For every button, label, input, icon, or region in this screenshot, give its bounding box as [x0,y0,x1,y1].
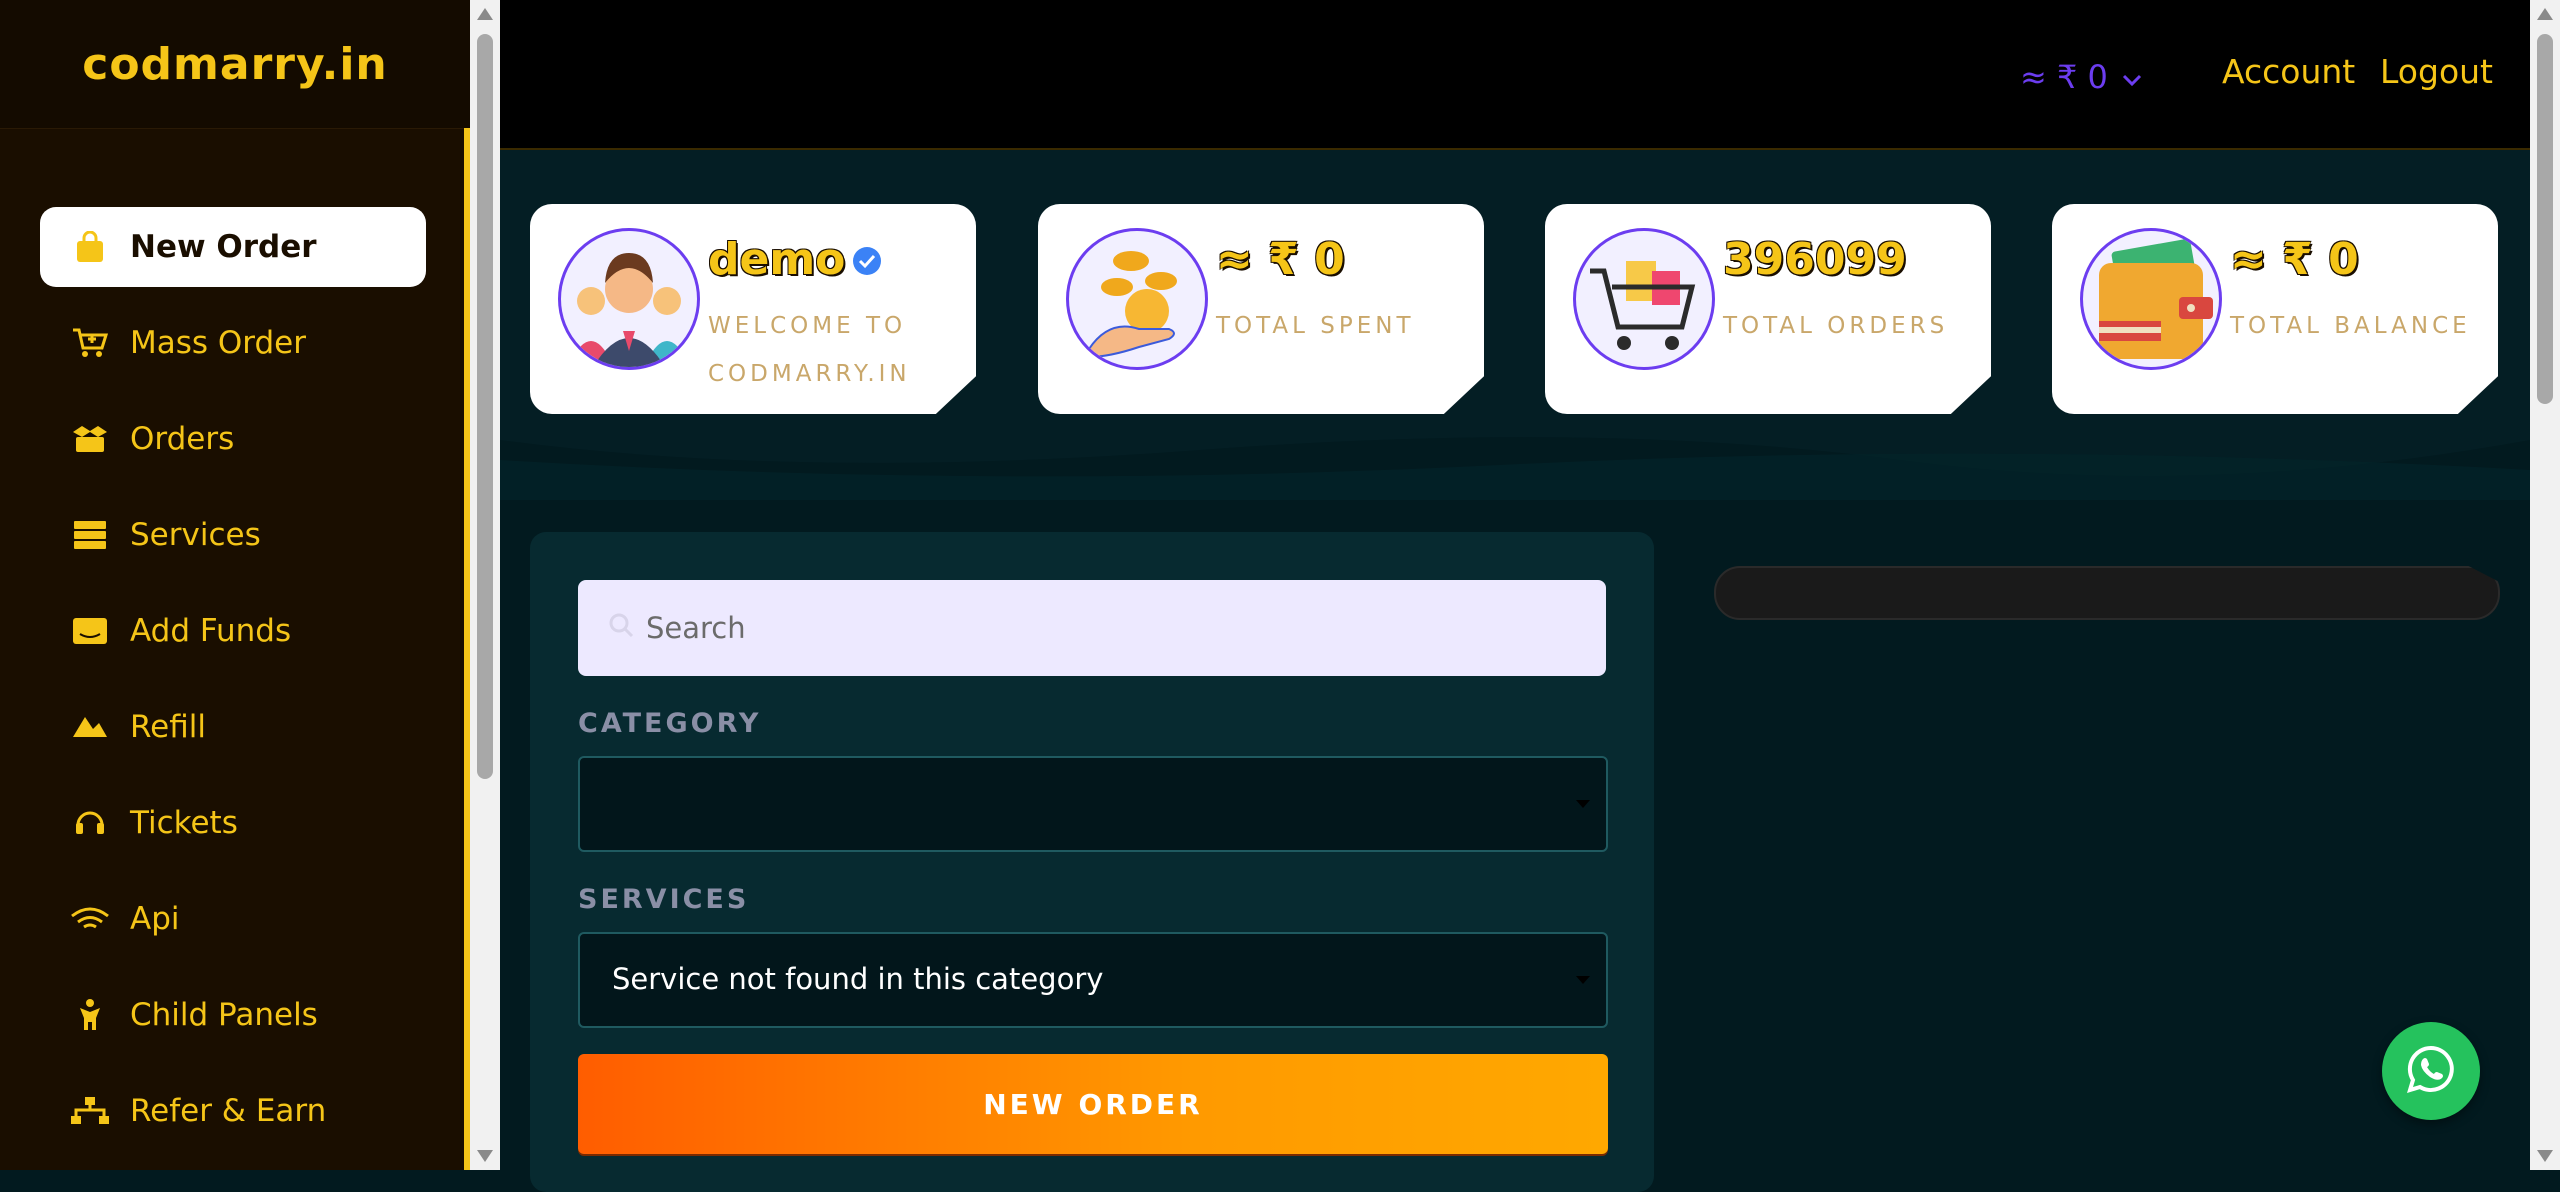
total-balance-card: ≈ ₹ 0 TOTAL BALANCE [2052,204,2498,414]
total-spent-card: ≈ ₹ 0 TOTAL SPENT [1038,204,1484,414]
wave-divider [500,437,2530,500]
scroll-down-arrow-icon[interactable] [477,1150,493,1162]
dropdown-caret-icon [1576,976,1590,984]
wallet-balance-icon [2080,228,2222,370]
scrollbar-thumb[interactable] [2537,34,2553,404]
dropdown-caret-icon [1576,800,1590,808]
sidebar-item-label: Refer & Earn [130,1093,327,1129]
sidebar-scrollbar[interactable] [470,0,500,1170]
welcome-label: WELCOME TO CODMARRY.IN [708,302,911,398]
scroll-up-arrow-icon[interactable] [2537,8,2553,20]
scroll-down-arrow-icon[interactable] [2537,1150,2553,1162]
new-order-panel: Search CATEGORY SERVICES Service not fou… [530,532,1654,1192]
wallet-icon [68,609,112,653]
box-open-icon [68,417,112,461]
wifi-api-icon [68,897,112,941]
brand-logo[interactable]: codmarry.in [0,0,470,129]
search-icon [608,611,634,645]
sidebar-nav: New Order Mass Order Orders Services Add… [40,207,426,1167]
sidebar-item-refill[interactable]: Refill [40,687,426,767]
scroll-up-arrow-icon[interactable] [477,8,493,20]
sidebar-item-api[interactable]: Api [40,879,426,959]
sidebar: codmarry.in New Order Mass Order Orders … [0,0,470,1170]
search-input[interactable]: Search [578,580,1606,676]
verified-badge-icon [851,237,883,288]
sidebar-item-refer-earn[interactable]: Refer & Earn [40,1071,426,1151]
sidebar-item-label: Api [130,901,180,937]
user-card: demo WELCOME TO CODMARRY.IN [530,204,976,414]
shopping-cart-icon [1573,228,1715,370]
child-icon [68,993,112,1037]
cart-plus-icon [68,321,112,365]
sidebar-item-label: New Order [130,229,317,265]
sidebar-item-label: Add Funds [130,613,292,649]
total-balance-value: ≈ ₹ 0 [2230,234,2359,285]
server-list-icon [68,513,112,557]
logout-link[interactable]: Logout [2380,52,2493,91]
description-bar [1714,566,2500,620]
services-label: SERVICES [578,884,750,915]
sidebar-item-mass-order[interactable]: Mass Order [40,303,426,383]
sidebar-item-services[interactable]: Services [40,495,426,575]
sidebar-item-label: Mass Order [130,325,306,361]
user-name: demo [708,234,883,288]
currency-dropdown[interactable]: ≈ ₹ 0 [2020,58,2142,96]
welcome-line-1: WELCOME TO [708,313,907,339]
coins-hand-icon [1066,228,1208,370]
whatsapp-icon [2406,1044,2456,1098]
total-spent-label: TOTAL SPENT [1216,313,1415,339]
category-select[interactable] [578,756,1608,852]
sidebar-item-child-panels[interactable]: Child Panels [40,975,426,1055]
total-spent-value: ≈ ₹ 0 [1216,234,1345,285]
category-label: CATEGORY [578,708,762,739]
sidebar-item-label: Services [130,517,261,553]
sidebar-item-new-order[interactable]: New Order [40,207,426,287]
scrollbar-thumb[interactable] [477,34,493,779]
total-orders-card: 396099 TOTAL ORDERS [1545,204,1991,414]
top-bar: ≈ ₹ 0 Account Logout [500,0,2530,150]
sidebar-item-label: Refill [130,709,206,745]
total-balance-label: TOTAL BALANCE [2230,313,2471,339]
headset-icon [68,801,112,845]
sidebar-item-tickets[interactable]: Tickets [40,783,426,863]
chevron-down-icon [2122,58,2142,96]
account-link[interactable]: Account [2222,52,2355,91]
page-scrollbar[interactable] [2530,0,2560,1170]
sidebar-item-add-funds[interactable]: Add Funds [40,591,426,671]
sidebar-item-orders[interactable]: Orders [40,399,426,479]
user-name-text: demo [708,234,846,285]
sidebar-item-label: Orders [130,421,235,457]
shopping-bag-icon [68,225,112,269]
whatsapp-chat-button[interactable] [2382,1022,2480,1120]
new-order-button[interactable]: NEW ORDER [578,1054,1608,1154]
user-avatar [558,228,700,370]
sidebar-item-label: Tickets [130,805,238,841]
network-icon [68,1089,112,1133]
total-orders-label: TOTAL ORDERS [1723,313,1949,339]
search-placeholder: Search [646,611,746,645]
total-orders-value: 396099 [1723,234,1907,285]
sidebar-item-label: Child Panels [130,997,318,1033]
services-value: Service not found in this category [612,962,1104,996]
services-select[interactable]: Service not found in this category [578,932,1608,1028]
welcome-line-2: CODMARRY.IN [708,361,911,387]
currency-value: ≈ ₹ 0 [2020,58,2108,96]
refill-arrow-icon [68,705,112,749]
